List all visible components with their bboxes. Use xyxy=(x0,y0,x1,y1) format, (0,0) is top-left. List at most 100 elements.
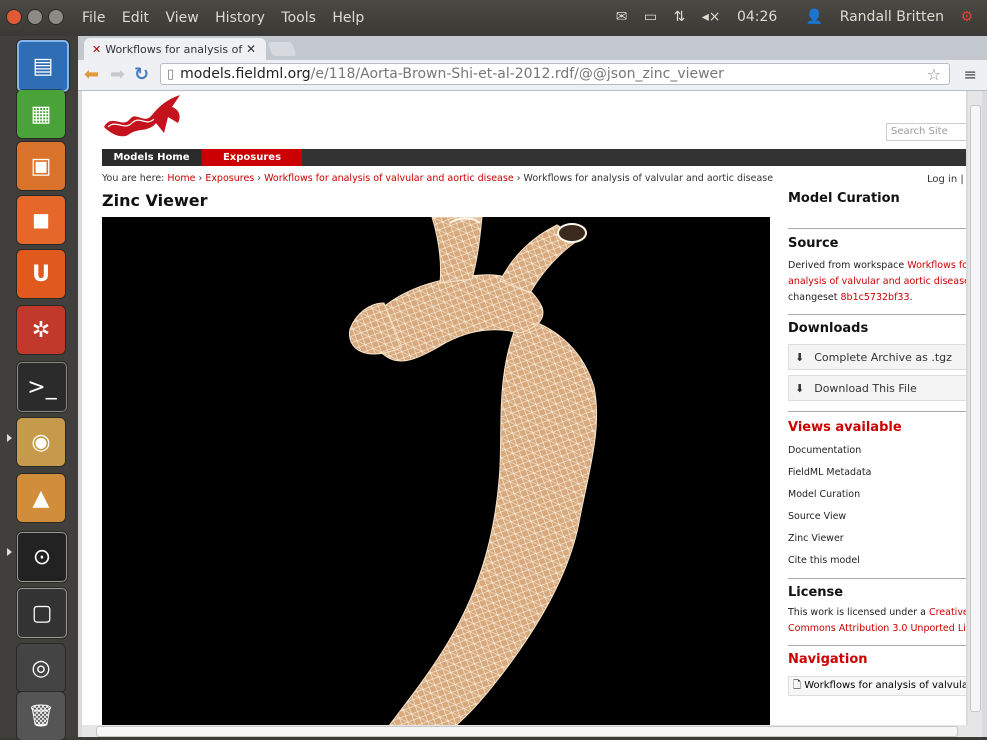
window-maximize-button[interactable] xyxy=(48,9,64,25)
scrollbar-thumb[interactable] xyxy=(970,105,981,712)
scrollbar-thumb[interactable] xyxy=(96,726,958,737)
vertical-scrollbar[interactable] xyxy=(968,91,982,725)
site-nav: Models Home Exposures xyxy=(102,149,966,166)
view-documentation[interactable]: Documentation xyxy=(788,440,966,462)
close-icon[interactable]: ✕ xyxy=(246,42,256,56)
window-minimize-button[interactable] xyxy=(27,9,43,25)
nav-models-home[interactable]: Models Home xyxy=(102,149,201,166)
breadcrumb: You are here: Home › Exposures › Workflo… xyxy=(102,173,773,184)
battery-icon[interactable]: ▭ xyxy=(644,9,657,25)
menu-tools[interactable]: Tools xyxy=(281,10,316,26)
changeset-suffix: . xyxy=(909,292,913,303)
site-logo xyxy=(104,95,180,137)
new-tab-button[interactable] xyxy=(267,42,297,56)
view-source[interactable]: Source View xyxy=(788,506,966,528)
menu-edit[interactable]: Edit xyxy=(122,10,149,26)
navigation-item-label: Workflows for analysis of valvular a xyxy=(804,680,966,691)
login-link[interactable]: Log in | Re xyxy=(927,174,966,185)
license-line-2: Commons Attribution 3.0 Unported Licer xyxy=(788,621,966,645)
license-heading: License xyxy=(788,585,844,600)
source-prefix: Derived from workspace xyxy=(788,260,908,271)
volume-icon[interactable]: ◂× xyxy=(702,9,721,25)
divider xyxy=(788,645,966,646)
url-host: models.fieldml.org xyxy=(180,66,311,82)
menu-file[interactable]: File xyxy=(82,10,105,26)
launcher: ▤ ▦ ▣ ◼ U ✲ >_ ◉ ▲ ⊙ ▢ ◎ 🗑 xyxy=(0,36,78,740)
page-icon: ▯ xyxy=(167,66,175,82)
ubuntu-one-icon[interactable]: U xyxy=(17,250,65,298)
divider xyxy=(788,411,966,412)
back-arrow-icon[interactable]: ⬅ xyxy=(84,64,99,85)
clock[interactable]: 04:26 xyxy=(737,9,777,25)
downloads-heading: Downloads xyxy=(788,321,869,336)
view-fieldml-metadata[interactable]: FieldML Metadata xyxy=(788,462,966,484)
breadcrumb-sep: › xyxy=(195,173,206,184)
view-zinc-viewer[interactable]: Zinc Viewer xyxy=(788,528,966,550)
reload-icon[interactable]: ↻ xyxy=(134,64,149,85)
horizontal-scrollbar[interactable] xyxy=(82,725,982,737)
chrome-icon[interactable]: ◉ xyxy=(17,418,65,466)
calc-icon[interactable]: ▦ xyxy=(17,90,65,138)
workspace-switcher-icon[interactable]: ▢ xyxy=(17,588,67,638)
window-controls xyxy=(6,9,69,29)
network-icon[interactable]: ⇅ xyxy=(674,9,686,25)
license-link[interactable]: Creative xyxy=(929,607,966,618)
user-menu[interactable]: 👤 Randall Britten xyxy=(794,9,944,25)
license-link-cont[interactable]: Commons Attribution 3.0 Unported Licer xyxy=(788,623,966,634)
source-line-1: Derived from workspace Workflows for xyxy=(788,258,966,274)
zinc-viewer-canvas[interactable] xyxy=(102,217,770,725)
tab-strip: ✕ Workflows for analysis of ✕ xyxy=(78,36,987,60)
screen-lock-icon[interactable]: ⊙ xyxy=(17,532,67,582)
site-favicon-icon: ✕ xyxy=(92,42,102,56)
power-icon[interactable]: ⚙ xyxy=(960,9,973,25)
software-center-icon[interactable]: ◼ xyxy=(17,196,65,244)
views-available-heading: Views available xyxy=(788,420,902,435)
download-archive-button[interactable]: ⬇ Complete Archive as .tgz xyxy=(788,344,966,370)
app-menu: File Edit View History Tools Help xyxy=(82,10,376,26)
running-indicator xyxy=(7,434,12,442)
breadcrumb-exposures[interactable]: Exposures xyxy=(205,173,254,184)
menu-history[interactable]: History xyxy=(215,10,265,26)
breadcrumb-sep: › xyxy=(513,173,524,184)
system-settings-icon[interactable]: ✲ xyxy=(17,306,65,354)
navigation-heading: Navigation xyxy=(788,652,868,667)
page-title: Zinc Viewer xyxy=(102,191,208,210)
files-icon[interactable]: ▲ xyxy=(17,474,65,522)
changeset-link[interactable]: 8b1c5732bf33 xyxy=(841,292,910,303)
document-icon: 🗋 xyxy=(793,680,802,691)
disc-icon[interactable]: ◎ xyxy=(17,644,65,692)
forward-arrow-icon[interactable]: ➡ xyxy=(110,64,125,85)
mail-icon[interactable]: ✉ xyxy=(616,9,628,25)
top-panel: File Edit View History Tools Help ✉ ▭ ⇅ … xyxy=(0,0,987,36)
source-heading: Source xyxy=(788,236,839,251)
hamburger-menu-icon[interactable]: ≡ xyxy=(964,65,977,84)
navigation-item[interactable]: 🗋 Workflows for analysis of valvular a xyxy=(788,676,966,696)
terminal-icon[interactable]: >_ xyxy=(17,362,67,412)
nav-exposures[interactable]: Exposures xyxy=(202,149,302,166)
menu-help[interactable]: Help xyxy=(332,10,364,26)
source-line-3: changeset 8b1c5732bf33. xyxy=(788,290,966,314)
breadcrumb-home[interactable]: Home xyxy=(167,173,195,184)
breadcrumb-workflows[interactable]: Workflows for analysis of valvular and a… xyxy=(264,173,514,184)
right-sidebar: Model Curation Source Derived from works… xyxy=(788,191,966,696)
window-close-button[interactable] xyxy=(6,9,22,25)
system-indicators: ✉ ▭ ⇅ ◂× 04:26 👤 Randall Britten ⚙ xyxy=(604,9,973,25)
view-model-curation[interactable]: Model Curation xyxy=(788,484,966,506)
view-cite-model[interactable]: Cite this model xyxy=(788,550,966,578)
address-bar[interactable]: ▯ models.fieldml.org/e/118/Aorta-Brown-S… xyxy=(160,63,950,85)
search-site-input[interactable]: Search Site xyxy=(886,123,966,141)
download-archive-label: Complete Archive as .tgz xyxy=(814,350,952,364)
workspace-link[interactable]: Workflows for xyxy=(907,260,966,271)
writer-icon[interactable]: ▤ xyxy=(17,40,69,92)
workspace-link-cont[interactable]: analysis of valvular and aortic disease xyxy=(788,276,966,287)
tab-workflows[interactable]: ✕ Workflows for analysis of ✕ xyxy=(84,38,266,60)
user-icon: 👤 xyxy=(805,9,824,25)
license-line-1: This work is licensed under a Creative xyxy=(788,605,966,621)
download-file-button[interactable]: ⬇ Download This File xyxy=(788,375,966,401)
impress-icon[interactable]: ▣ xyxy=(17,142,65,190)
divider xyxy=(788,314,966,315)
menu-view[interactable]: View xyxy=(165,10,198,26)
changeset-prefix: changeset xyxy=(788,292,841,303)
trash-icon[interactable]: 🗑 xyxy=(17,692,65,740)
bookmark-star-icon[interactable]: ☆ xyxy=(927,65,941,84)
